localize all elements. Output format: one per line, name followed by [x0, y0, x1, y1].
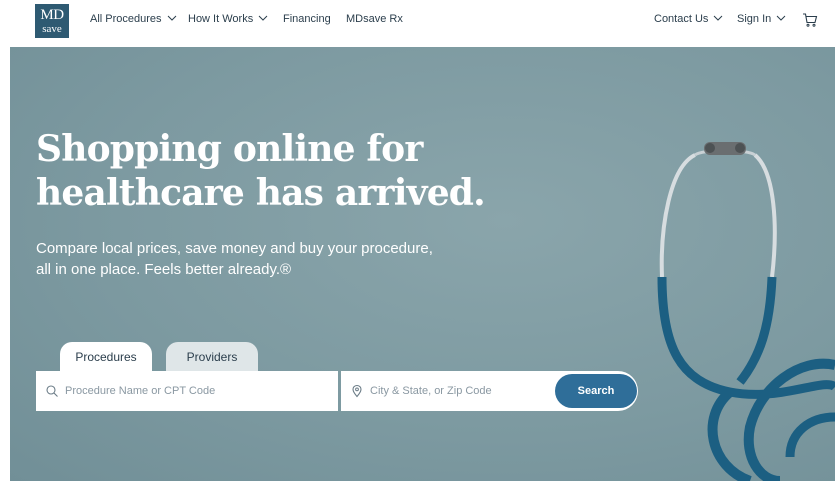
hero-subtitle-line-1: Compare local prices, save money and buy… [36, 240, 433, 257]
chevron-down-icon [776, 13, 786, 23]
procedure-search-field [36, 371, 338, 411]
nav-financing-label: Financing [283, 13, 331, 25]
tab-procedures[interactable]: Procedures [60, 342, 152, 372]
site-header: MD save All Procedures How It Works Fina… [0, 0, 835, 44]
logo-line-1: MD [40, 6, 64, 23]
nav-all-procedures-label: All Procedures [90, 13, 162, 25]
nav-mdsave-rx[interactable]: MDsave Rx [346, 13, 403, 25]
mdsave-logo[interactable]: MD save [35, 4, 69, 38]
search-icon [45, 384, 59, 398]
logo-line-2: save [42, 22, 62, 35]
map-pin-icon [350, 384, 364, 398]
hero-banner: Shopping online for healthcare has arriv… [10, 47, 835, 481]
location-input[interactable] [370, 385, 570, 397]
chevron-down-icon [713, 13, 723, 23]
cart-icon[interactable] [802, 12, 818, 28]
nav-how-it-works[interactable]: How It Works [188, 13, 268, 25]
nav-contact-us[interactable]: Contact Us [654, 13, 723, 25]
nav-financing[interactable]: Financing [283, 13, 331, 25]
nav-all-procedures[interactable]: All Procedures [90, 13, 177, 25]
tab-providers[interactable]: Providers [166, 342, 258, 372]
hero-subtitle: Compare local prices, save money and buy… [36, 238, 496, 280]
nav-sign-in[interactable]: Sign In [737, 13, 786, 25]
hero-title-line-1: Shopping online for [36, 128, 423, 170]
chevron-down-icon [167, 13, 177, 23]
nav-contact-us-label: Contact Us [654, 13, 709, 25]
chevron-down-icon [258, 13, 268, 23]
hero-title: Shopping online for healthcare has arriv… [36, 127, 596, 215]
nav-sign-in-label: Sign In [737, 13, 772, 25]
hero-title-line-2: healthcare has arrived. [36, 172, 486, 214]
procedure-input[interactable] [65, 385, 265, 397]
nav-mdsave-rx-label: MDsave Rx [346, 13, 403, 25]
tab-providers-label: Providers [186, 350, 238, 364]
hero-subtitle-line-2: all in one place. Feels better already.® [36, 261, 292, 278]
tab-procedures-label: Procedures [75, 350, 137, 364]
search-button[interactable]: Search [555, 374, 637, 408]
nav-how-it-works-label: How It Works [188, 13, 254, 25]
stethoscope-image [657, 142, 835, 481]
